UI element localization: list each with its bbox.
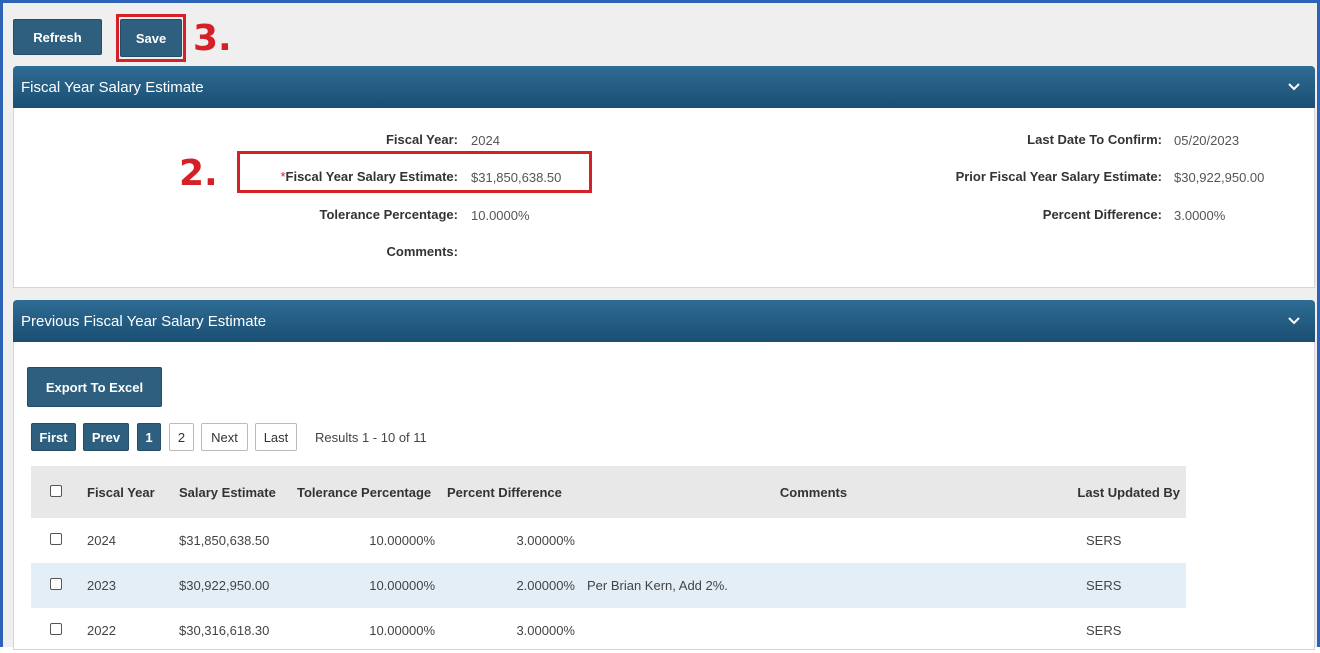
table-header-row: Fiscal Year Salary Estimate Tolerance Pe… xyxy=(31,466,1186,518)
fiscal-year-salary-estimate-body: Fiscal Year: 2024 2. *Fiscal Year Salary… xyxy=(13,108,1315,288)
column-header-tolerance[interactable]: Tolerance Percentage xyxy=(291,466,441,518)
previous-salary-estimate-header[interactable]: Previous Fiscal Year Salary Estimate xyxy=(13,300,1315,342)
cell-comments: Per Brian Kern, Add 2%. xyxy=(581,563,1046,608)
column-header-salary-estimate[interactable]: Salary Estimate xyxy=(173,466,291,518)
row-checkbox[interactable] xyxy=(50,533,62,545)
page-2-button[interactable]: 2 xyxy=(169,423,194,451)
previous-estimates-table: Fiscal Year Salary Estimate Tolerance Pe… xyxy=(31,466,1186,653)
tolerance-value: 10.0000% xyxy=(471,208,530,223)
step-3-annotation: 3. xyxy=(193,18,232,59)
page-frame: Refresh Save 3. Fiscal Year Salary Estim… xyxy=(0,0,1320,650)
select-all-cell xyxy=(31,466,81,518)
cell-comments xyxy=(581,608,1046,653)
salary-estimate-value[interactable]: $31,850,638.50 xyxy=(471,170,561,185)
column-header-percent-difference[interactable]: Percent Difference xyxy=(441,466,581,518)
row-select-cell xyxy=(31,608,81,653)
fiscal-year-label: Fiscal Year: xyxy=(385,132,458,147)
cell-tolerance: 10.00000% xyxy=(291,563,441,608)
cell-fiscal-year: 2023 xyxy=(81,563,173,608)
cell-fiscal-year: 2024 xyxy=(87,533,116,548)
column-header-fiscal-year[interactable]: Fiscal Year xyxy=(81,466,173,518)
cell-salary-estimate: $31,850,638.50 xyxy=(179,533,270,548)
table-row[interactable]: 2024 $31,850,638.50 10.00000% 3.00000% S… xyxy=(31,518,1186,563)
percent-difference-value: 3.0000% xyxy=(1174,208,1226,223)
cell-last-updated-by: SERS xyxy=(1086,623,1122,638)
row-select-cell xyxy=(31,518,81,563)
tolerance-label: Tolerance Percentage: xyxy=(319,207,458,222)
results-count: Results 1 - 10 of 11 xyxy=(315,430,427,445)
cell-last-updated-by: SERS xyxy=(1046,563,1186,608)
salary-estimate-label-text: Fiscal Year Salary Estimate: xyxy=(285,169,458,184)
chevron-down-icon[interactable] xyxy=(1287,80,1301,94)
fiscal-year-salary-estimate-header[interactable]: Fiscal Year Salary Estimate xyxy=(13,66,1315,108)
salary-estimate-label: *Fiscal Year Salary Estimate: xyxy=(280,169,458,184)
row-checkbox[interactable] xyxy=(50,623,62,635)
export-to-excel-button[interactable]: Export To Excel xyxy=(27,367,162,407)
row-checkbox[interactable] xyxy=(50,578,62,590)
cell-salary-estimate: $30,316,618.30 xyxy=(179,623,270,638)
cell-percent-difference: 3.00000% xyxy=(516,623,575,638)
comments-label: Comments: xyxy=(386,244,458,259)
cell-percent-difference: 3.00000% xyxy=(516,533,575,548)
page-1-button[interactable]: 1 xyxy=(137,423,161,451)
step-2-annotation: 2. xyxy=(179,153,218,194)
cell-tolerance: 10.00000% xyxy=(369,533,435,548)
prior-estimate-value: $30,922,950.00 xyxy=(1174,170,1265,185)
prior-estimate-label: Prior Fiscal Year Salary Estimate: xyxy=(955,169,1162,184)
cell-percent-difference: 2.00000% xyxy=(441,563,581,608)
percent-difference-label: Percent Difference: xyxy=(1042,207,1162,222)
column-header-comments[interactable]: Comments xyxy=(581,466,1046,518)
cell-last-updated-by: SERS xyxy=(1086,533,1122,548)
fiscal-year-value: 2024 xyxy=(471,133,500,148)
cell-comments xyxy=(581,518,1046,563)
table-row[interactable]: 2022 $30,316,618.30 10.00000% 3.00000% S… xyxy=(31,608,1186,653)
row-select-cell xyxy=(31,563,81,608)
cell-tolerance: 10.00000% xyxy=(369,623,435,638)
column-header-last-updated-by[interactable]: Last Updated By xyxy=(1046,466,1186,518)
last-page-button[interactable]: Last xyxy=(255,423,297,451)
select-all-checkbox[interactable] xyxy=(50,484,62,497)
chevron-down-icon[interactable] xyxy=(1287,314,1301,328)
first-page-button[interactable]: First xyxy=(31,423,76,451)
last-date-label: Last Date To Confirm: xyxy=(1027,132,1162,147)
next-page-button[interactable]: Next xyxy=(201,423,248,451)
prev-page-button[interactable]: Prev xyxy=(83,423,129,451)
cell-salary-estimate: $30,922,950.00 xyxy=(173,563,291,608)
panel-title: Fiscal Year Salary Estimate xyxy=(21,78,204,96)
refresh-button[interactable]: Refresh xyxy=(13,19,102,55)
table-row[interactable]: 2023 $30,922,950.00 10.00000% 2.00000% P… xyxy=(31,563,1186,608)
last-date-value: 05/20/2023 xyxy=(1174,133,1240,148)
cell-fiscal-year: 2022 xyxy=(87,623,116,638)
save-button[interactable]: Save xyxy=(120,19,182,57)
panel-title: Previous Fiscal Year Salary Estimate xyxy=(21,312,267,330)
